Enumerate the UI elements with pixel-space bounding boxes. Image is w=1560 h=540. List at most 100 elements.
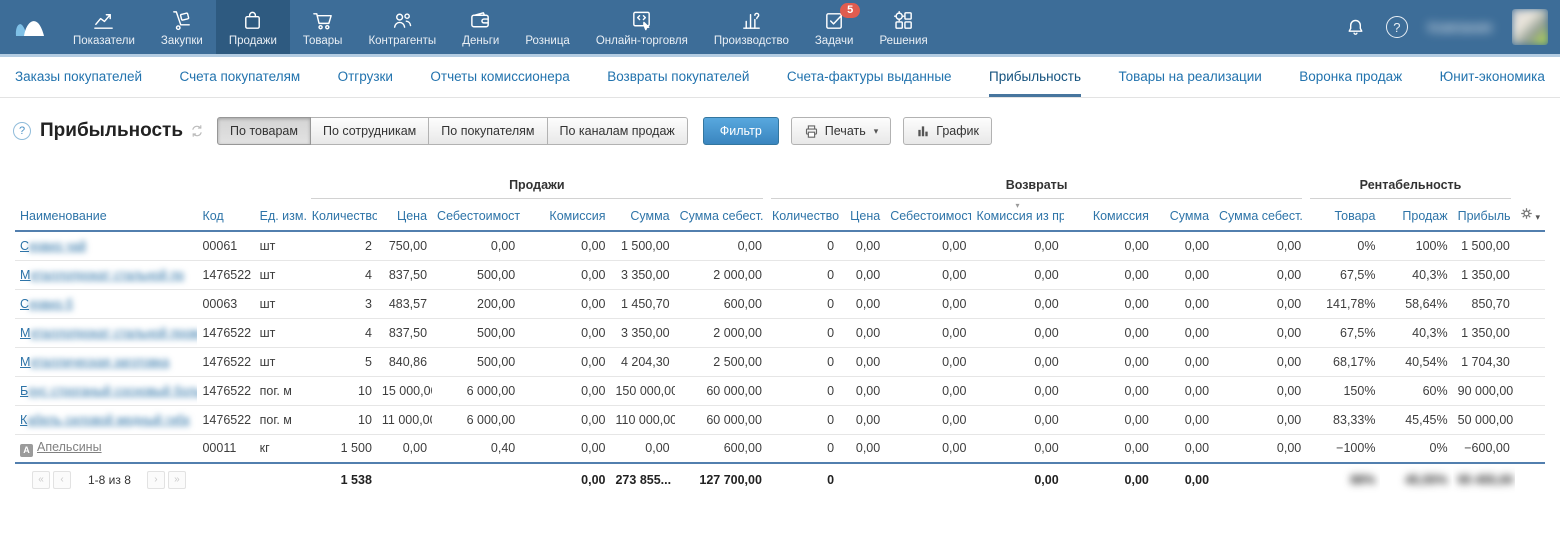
column-header[interactable]: Сумма себест.	[675, 199, 767, 231]
profitability-table: ПродажиВозвратыРентабельностьНаименовани…	[15, 173, 1545, 495]
nav-item-goods[interactable]: Товары	[290, 0, 356, 54]
tab-sales-funnel[interactable]: Воронка продаж	[1299, 57, 1402, 97]
value-cell: 0,00	[885, 434, 971, 463]
solutions-icon	[892, 8, 915, 32]
nav-item-solutions[interactable]: Решения	[866, 0, 940, 54]
value-cell: 0,00	[1214, 434, 1306, 463]
item-name-link[interactable]: Брус строганый сосновый большой	[20, 384, 197, 398]
column-header[interactable]: Цена	[377, 199, 432, 231]
column-header[interactable]: Сумма	[1154, 199, 1214, 231]
column-header[interactable]: Товара	[1306, 199, 1380, 231]
prev-page-button[interactable]: ‹	[53, 471, 71, 489]
value-cell: 0,00	[1064, 405, 1154, 434]
total-value: 0,00	[1034, 473, 1058, 487]
online-trade-icon	[630, 8, 653, 32]
view-mode-by-goods[interactable]: По товарам	[217, 117, 311, 145]
column-header[interactable]: Ед. изм.	[255, 199, 307, 231]
value-cell: 850,70	[1453, 289, 1515, 318]
nav-item-purchases[interactable]: Закупки	[148, 0, 216, 54]
tab-customer-returns[interactable]: Возвраты покупателей	[607, 57, 749, 97]
money-icon	[469, 8, 492, 32]
nav-item-sales[interactable]: Продажи	[216, 0, 290, 54]
column-header[interactable]: Себестоимость	[432, 199, 520, 231]
gear-icon	[1520, 207, 1533, 220]
tab-commission-reports[interactable]: Отчеты комиссионера	[430, 57, 569, 97]
table-row: Брус строганый сосновый большой1476522по…	[15, 376, 1545, 405]
nav-item-retail[interactable]: Розница	[512, 0, 582, 54]
tab-shipments[interactable]: Отгрузки	[338, 57, 393, 97]
nav-item-contractors[interactable]: Контрагенты	[355, 0, 449, 54]
total-value: 0,00	[581, 473, 605, 487]
value-cell: 0	[767, 318, 839, 347]
total-value: 273 855...	[615, 473, 671, 487]
tab-goods-on-consignment[interactable]: Товары на реализации	[1118, 57, 1261, 97]
column-header[interactable]: Себестоимость	[885, 199, 971, 231]
value-cell: 0,00	[520, 347, 610, 376]
notifications-bell-icon[interactable]	[1345, 17, 1366, 38]
value-cell: 3 350,00	[610, 260, 674, 289]
view-mode-by-customers[interactable]: По покупателям	[429, 117, 547, 145]
item-name-link[interactable]: Апельсины	[37, 440, 102, 454]
next-page-button[interactable]: ›	[147, 471, 165, 489]
chart-button[interactable]: График	[903, 117, 992, 145]
name-cell: Сервиз чай	[15, 231, 197, 260]
value-cell: 0,00	[520, 434, 610, 463]
item-name-link[interactable]: Сервиз б	[20, 297, 73, 311]
avatar[interactable]	[1512, 9, 1548, 45]
nav-item-production[interactable]: Производство	[701, 0, 802, 54]
nav-item-tasks[interactable]: Задачи5	[802, 0, 867, 54]
spacer-cell	[1515, 347, 1545, 376]
tab-invoices-to-customers[interactable]: Счета покупателям	[179, 57, 300, 97]
page-help-icon[interactable]: ?	[13, 122, 31, 140]
item-name-link[interactable]: Кабель силовой медный гибк	[20, 413, 190, 427]
column-header[interactable]: Наименование	[15, 199, 197, 231]
refresh-icon[interactable]	[190, 124, 204, 138]
view-mode-by-sales-channels[interactable]: По каналам продаж	[548, 117, 688, 145]
item-name-link[interactable]: Металлопрокат стальной пр	[20, 268, 184, 282]
print-button[interactable]: Печать ▾	[791, 117, 891, 145]
printer-icon	[804, 124, 819, 139]
column-header[interactable]: Комиссия	[1064, 199, 1154, 231]
view-mode-by-employees[interactable]: По сотрудникам	[311, 117, 429, 145]
item-name-link[interactable]: Металлопрокат стальной провод	[20, 326, 197, 340]
nav-item-indicators[interactable]: Показатели	[60, 0, 148, 54]
account-name-blurred[interactable]: Компания	[1428, 19, 1492, 35]
total-cell: 0,00	[1154, 463, 1214, 495]
value-cell: 0,00	[885, 231, 971, 260]
tab-issued-invoices[interactable]: Счета-фактуры выданные	[787, 57, 952, 97]
column-header[interactable]: Количество	[767, 199, 839, 231]
value-cell: 500,00	[432, 318, 520, 347]
tab-profitability[interactable]: Прибыльность	[989, 57, 1081, 97]
first-page-button[interactable]: «	[32, 471, 50, 489]
value-cell: 483,57	[377, 289, 432, 318]
group-header: Возвраты	[767, 173, 1306, 199]
help-icon[interactable]: ?	[1386, 16, 1408, 38]
view-mode-button-group: По товарамПо сотрудникамПо покупателямПо…	[217, 117, 688, 145]
value-cell: шт	[255, 289, 307, 318]
value-cell: 0,00	[971, 289, 1063, 318]
column-header[interactable]: Цена	[839, 199, 885, 231]
value-cell: 40,3%	[1380, 318, 1452, 347]
column-header[interactable]: ▾Комиссия из пр…	[971, 199, 1063, 231]
column-settings-button[interactable]: ▾	[1515, 199, 1545, 231]
item-name-link[interactable]: Металлическая заготовка	[20, 355, 169, 369]
moysklad-logo[interactable]	[0, 0, 60, 54]
spacer-cell	[1515, 376, 1545, 405]
nav-item-money[interactable]: Деньги	[449, 0, 512, 54]
filter-button[interactable]: Фильтр	[703, 117, 779, 145]
tab-customer-orders[interactable]: Заказы покупателей	[15, 57, 142, 97]
value-cell: 150 000,00	[610, 376, 674, 405]
top-nav-items: ПоказателиЗакупкиПродажиТоварыКонтрагент…	[60, 0, 941, 54]
value-cell: 6 000,00	[432, 376, 520, 405]
tab-unit-economics[interactable]: Юнит-экономика	[1440, 57, 1545, 97]
column-header[interactable]: Количество	[307, 199, 377, 231]
last-page-button[interactable]: »	[168, 471, 186, 489]
column-header[interactable]: Прибыль	[1453, 199, 1515, 231]
column-header[interactable]: Комиссия	[520, 199, 610, 231]
nav-item-online-trade[interactable]: Онлайн-торговля	[583, 0, 701, 54]
column-header[interactable]: Сумма себест.	[1214, 199, 1306, 231]
item-name-link[interactable]: Сервиз чай	[20, 239, 86, 253]
column-header[interactable]: Продаж	[1380, 199, 1452, 231]
column-header[interactable]: Код	[197, 199, 254, 231]
column-header[interactable]: Сумма	[610, 199, 674, 231]
